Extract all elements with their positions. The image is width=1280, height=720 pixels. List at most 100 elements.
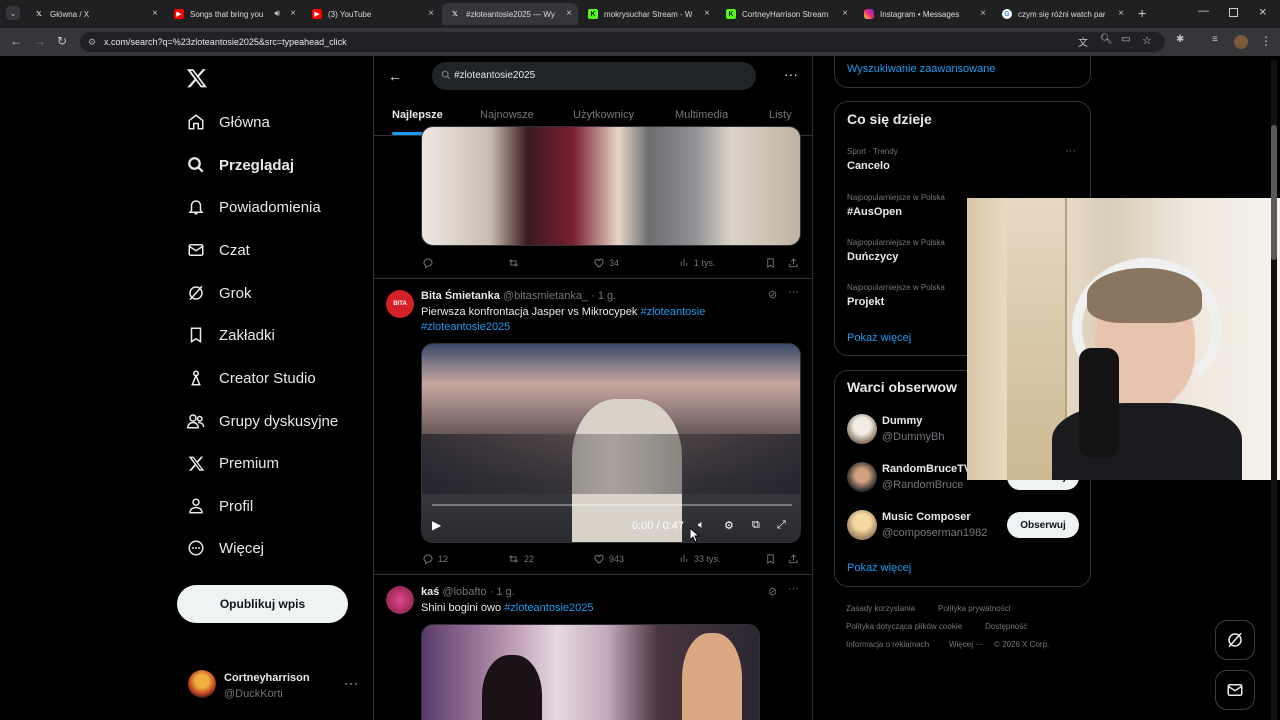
grok-icon[interactable]: ⊘ (768, 288, 777, 301)
minimize-icon[interactable]: — (1198, 5, 1209, 17)
grok-icon[interactable]: ⊘ (768, 585, 777, 598)
nav-item-explore[interactable]: Przeglądaj (186, 150, 294, 180)
trend-item[interactable]: Cancelo (847, 160, 890, 172)
reply-button[interactable] (422, 257, 438, 269)
new-tab-icon[interactable]: + (1138, 5, 1146, 21)
hashtag-link[interactable]: #zloteantosie2025 (421, 321, 510, 333)
address-bar[interactable]: ⚙ x.com/search?q=%23zloteantosie2025&src… (80, 32, 1165, 52)
views-button[interactable]: 1 tys. (679, 257, 716, 268)
video-progress-track[interactable] (432, 504, 792, 506)
back-icon[interactable]: ← (10, 34, 22, 48)
advanced-search-link[interactable]: Wyszukiwanie zaawansowane (847, 63, 995, 75)
trend-item[interactable]: #AusOpen (847, 206, 902, 218)
browser-tab-active[interactable]: 𝕏 #złoteantosie2025 — Wy × (442, 3, 578, 25)
avatar[interactable] (386, 586, 414, 614)
speaker-icon[interactable]: 🔊︎ (274, 8, 280, 19)
avatar[interactable]: BITA (386, 290, 414, 318)
reading-list-icon[interactable]: ≡ (1212, 34, 1218, 45)
close-icon[interactable]: × (152, 8, 158, 19)
tab-search-icon[interactable]: ⌄ (6, 6, 20, 20)
nav-item-notifications[interactable]: Powiadomienia (186, 192, 321, 222)
browser-tab[interactable]: ▶ Songs that bring you 🔊︎ × (166, 3, 302, 25)
nav-item-profile[interactable]: Profil (186, 491, 253, 521)
user-name[interactable]: RandomBruceTV (882, 463, 971, 475)
pip-icon[interactable]: ⧉ (752, 519, 760, 532)
tab-latest[interactable]: Najnowsze (480, 109, 534, 121)
nav-item-premium[interactable]: Premium (186, 448, 279, 478)
avatar[interactable] (847, 510, 877, 540)
share-button[interactable] (788, 553, 803, 565)
nav-item-more[interactable]: Więcej (186, 533, 264, 563)
bookmark-star-icon[interactable]: ☆ (1142, 34, 1152, 47)
more-icon[interactable]: ··· (788, 583, 799, 595)
user-name[interactable]: Music Composer (882, 511, 971, 523)
close-icon[interactable]: × (428, 8, 434, 19)
close-icon[interactable]: × (566, 8, 572, 19)
account-switcher[interactable]: Cortneyharrison @DuckKorti ··· (186, 668, 362, 704)
close-icon[interactable]: × (1118, 8, 1124, 19)
browser-tab[interactable]: 𝕏 Główna / X × (26, 3, 164, 25)
footer-link[interactable]: Polityka prywatności (938, 604, 1010, 613)
search-input[interactable]: #zloteantosie2025 (432, 62, 756, 90)
nav-item-communities[interactable]: Grupy dyskusyjne (186, 406, 338, 436)
follow-button[interactable]: Obserwuj (1007, 512, 1079, 538)
browser-menu-icon[interactable]: ⋮ (1260, 34, 1272, 48)
show-more-link[interactable]: Pokaż więcej (847, 562, 911, 574)
footer-link[interactable]: Zasady korzystania (846, 604, 915, 613)
nav-item-grok[interactable]: Grok (186, 278, 252, 308)
post-image[interactable] (421, 624, 760, 720)
trend-item[interactable]: Duńczycy (847, 251, 898, 263)
close-window-icon[interactable]: × (1259, 4, 1267, 19)
cast-icon[interactable]: ▭ (1121, 34, 1130, 45)
close-icon[interactable]: × (704, 8, 710, 19)
bookmark-button[interactable] (765, 553, 780, 565)
like-button[interactable]: 943 (593, 553, 624, 565)
profile-avatar-icon[interactable] (1234, 35, 1248, 49)
post-button[interactable]: Opublikuj wpis (177, 585, 348, 623)
user-name[interactable]: Dummy (882, 415, 922, 427)
post-author[interactable]: kaś @lobafto · 1 g. (421, 586, 515, 598)
reply-button[interactable]: 12 (422, 553, 448, 565)
more-icon[interactable]: ··· (1065, 145, 1076, 157)
forward-icon[interactable]: → (34, 34, 46, 48)
avatar[interactable] (847, 462, 877, 492)
browser-tab[interactable]: K mokrysuchar Stream - W × (580, 3, 716, 25)
tab-top[interactable]: Najlepsze (392, 109, 443, 121)
show-more-link[interactable]: Pokaż więcej (847, 332, 911, 344)
footer-link[interactable]: Informacja o reklamach (846, 640, 929, 649)
site-info-icon[interactable]: ⚙ (88, 32, 96, 52)
browser-tab[interactable]: ▶ (3) YouTube × (304, 3, 440, 25)
footer-link[interactable]: Dostępność (985, 622, 1027, 631)
footer-link[interactable]: Więcej ··· (949, 640, 983, 649)
browser-tab[interactable]: K CortneyHarrison Stream × (718, 3, 854, 25)
nav-item-chat[interactable]: Czat (186, 235, 250, 265)
x-logo-icon[interactable] (186, 67, 208, 89)
tab-lists[interactable]: Listy (769, 109, 792, 121)
repost-button[interactable] (507, 257, 524, 269)
trend-item[interactable]: Projekt (847, 296, 884, 308)
nav-item-bookmarks[interactable]: Zakładki (186, 320, 275, 350)
reload-icon[interactable]: ↻ (57, 34, 67, 48)
settings-icon[interactable]: ⚙ (724, 519, 734, 532)
translate-icon[interactable]: 文 (1078, 34, 1088, 49)
fullscreen-icon[interactable]: ⤢ (777, 519, 786, 532)
back-arrow-icon[interactable]: ← (388, 68, 402, 84)
close-icon[interactable]: × (290, 8, 296, 19)
tab-media[interactable]: Multimedia (675, 109, 728, 121)
close-icon[interactable]: × (980, 8, 986, 19)
repost-button[interactable]: 22 (507, 553, 534, 565)
post-image[interactable] (421, 126, 801, 246)
bookmark-button[interactable] (765, 257, 780, 269)
messages-floating-button[interactable] (1215, 670, 1255, 710)
extensions-icon[interactable]: ✱ (1176, 34, 1184, 45)
footer-link[interactable]: Polityka dotycząca plików cookie (846, 622, 962, 631)
views-button[interactable]: 33 tys. (679, 553, 721, 564)
more-icon[interactable]: ··· (784, 66, 798, 82)
restore-icon[interactable] (1229, 8, 1238, 17)
browser-tab[interactable]: G czym się różni watch par × (994, 3, 1130, 25)
play-icon[interactable]: ▶ (432, 518, 441, 532)
nav-item-creator-studio[interactable]: Creator Studio (186, 363, 316, 393)
hashtag-link[interactable]: #zloteantosie (640, 306, 705, 318)
avatar[interactable] (847, 414, 877, 444)
tab-people[interactable]: Użytkownicy (573, 109, 634, 121)
